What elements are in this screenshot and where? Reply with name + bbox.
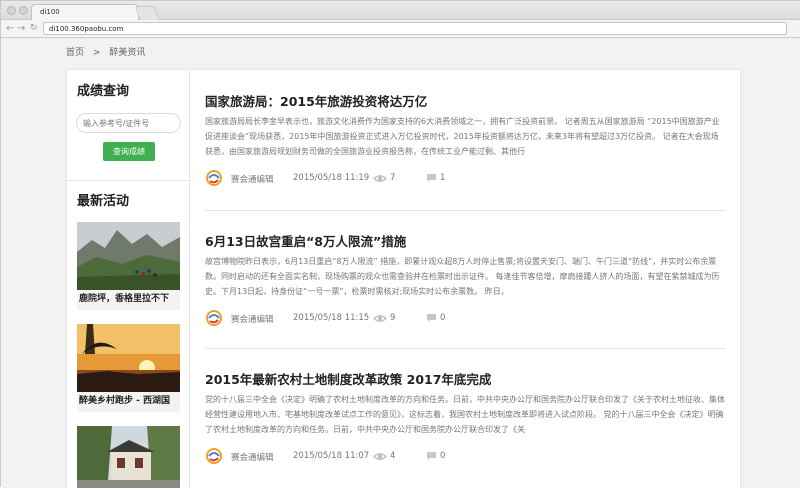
latest-activities-title: 最新活动 (77, 194, 130, 209)
view-count: 7 (390, 173, 396, 183)
tab-title: di100 (40, 8, 60, 16)
article-meta: 赛会通编辑 2015/05/18 11:07 4 0 (205, 448, 726, 464)
breadcrumb: 首页 > 醉美资讯 (66, 45, 151, 58)
sidebar: 成绩查询 查询成绩 最新活动 鹿院坪，香格里拉不下 (66, 69, 191, 488)
comment-count: 0 (440, 451, 446, 461)
article-divider (205, 210, 726, 211)
comment-bubble-icon[interactable] (426, 173, 437, 186)
article-title[interactable]: 6月13日故宫重启“8万人限流”措施 (205, 232, 726, 252)
view-count: 4 (390, 451, 396, 461)
view-count: 9 (390, 313, 396, 323)
saihuitong-logo-icon (205, 170, 223, 189)
activity-item[interactable]: 醉美乡村跑步 - 西湖国 (77, 324, 180, 412)
article-meta: 赛会通编辑 2015/05/18 11:15 9 0 (205, 310, 726, 326)
article-summary: 故宫博物院昨日表示，6月13日重启“8万人限流” 措施，即累计观众超8万人时停止… (205, 257, 720, 296)
article-date: 2015/05/18 11:15 (293, 313, 370, 323)
page-content: 首页 > 醉美资讯 成绩查询 查询成绩 最新活动 (1, 39, 800, 488)
reload-icon[interactable]: ↻ (30, 21, 38, 36)
breadcrumb-separator: > (92, 48, 101, 58)
activity-item[interactable]: 鹿院坪，香格里拉不下 (77, 222, 180, 310)
building-photo-icon[interactable] (77, 426, 180, 488)
article-title[interactable]: 国家旅游局：2015年旅游投资将达万亿 (205, 92, 726, 112)
arrow-left-icon[interactable]: ← (6, 21, 14, 36)
browser-toolbar: ← → ↻ di100.360paobu.com (1, 20, 800, 38)
comment-bubble-icon[interactable] (426, 313, 437, 326)
article-author: 赛会通编辑 (231, 315, 274, 325)
article-summary: 党的十八届三中全会《决定》明确了农村土地制度改革的方向和任务。日前，中共中央办公… (205, 395, 725, 434)
title-bar: di100 (1, 1, 800, 20)
article-item: 6月13日故宫重启“8万人限流”措施 故宫博物院昨日表示，6月13日重启“8万人… (205, 232, 726, 326)
breadcrumb-current: 醉美资讯 (109, 48, 146, 58)
article-summary: 国家旅游局局长李金早表示也，旅游文化消费作为国家支持的6大消费领域之一，拥有广泛… (205, 117, 720, 156)
article-item: 2015年最新农村土地制度改革政策 2017年底完成 党的十八届三中全会《决定》… (205, 370, 726, 464)
minimize-window-icon[interactable] (19, 6, 28, 15)
sunset-photo-icon[interactable] (77, 324, 180, 392)
article-list: 国家旅游局：2015年旅游投资将达万亿 国家旅游局局长李金早表示也，旅游文化消费… (190, 69, 741, 488)
sidebar-divider (67, 180, 191, 181)
article-meta: 赛会通编辑 2015/05/18 11:19 7 1 (205, 170, 726, 186)
address-bar[interactable]: di100.360paobu.com (43, 22, 787, 35)
saihuitong-logo-icon (205, 310, 223, 329)
eye-icon (373, 452, 387, 464)
activity-item[interactable] (77, 426, 180, 488)
browser-tab[interactable]: di100 (31, 4, 139, 20)
article-date: 2015/05/18 11:19 (293, 173, 370, 183)
mountain-photo-icon[interactable] (77, 222, 180, 290)
article-title[interactable]: 2015年最新农村土地制度改革政策 2017年底完成 (205, 370, 726, 390)
arrow-right-icon[interactable]: → (17, 21, 25, 36)
browser-window: di100 ← → ↻ di100.360paobu.com 首页 > 醉美资讯… (0, 0, 800, 488)
activity-caption[interactable]: 鹿院坪，香格里拉不下 (77, 290, 180, 310)
article-author: 赛会通编辑 (231, 453, 274, 463)
eye-icon (373, 314, 387, 326)
article-date: 2015/05/18 11:07 (293, 451, 370, 461)
breadcrumb-home[interactable]: 首页 (66, 48, 84, 58)
query-score-button[interactable]: 查询成绩 (103, 142, 155, 161)
article-author: 赛会通编辑 (231, 175, 274, 185)
saihuitong-logo-icon (205, 448, 223, 467)
url-text: di100.360paobu.com (49, 25, 124, 33)
comment-bubble-icon[interactable] (426, 451, 437, 464)
article-item: 国家旅游局：2015年旅游投资将达万亿 国家旅游局局长李金早表示也，旅游文化消费… (205, 92, 726, 186)
new-tab-button[interactable] (134, 6, 160, 20)
comment-count: 1 (440, 173, 446, 183)
score-search-input[interactable] (76, 113, 181, 133)
close-window-icon[interactable] (7, 6, 16, 15)
comment-count: 0 (440, 313, 446, 323)
score-query-title: 成绩查询 (77, 84, 130, 99)
activity-caption[interactable]: 醉美乡村跑步 - 西湖国 (77, 392, 180, 412)
article-divider (205, 348, 726, 349)
eye-icon (373, 174, 387, 186)
